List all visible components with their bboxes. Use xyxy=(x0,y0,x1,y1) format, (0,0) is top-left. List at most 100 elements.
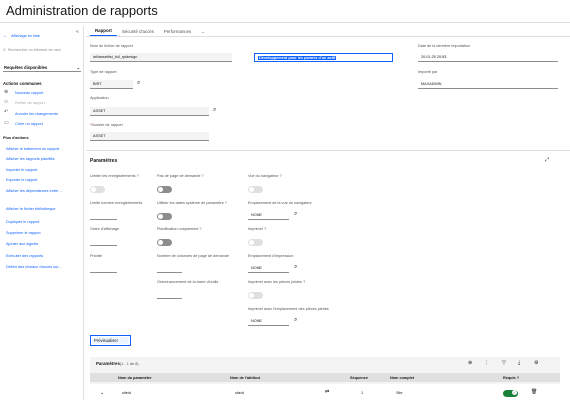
request-page-columns-field[interactable] xyxy=(157,264,182,273)
column-header[interactable]: Nom du paramètre xyxy=(118,376,152,380)
more-action-item[interactable]: Exécuter des rapports xyxy=(6,254,43,258)
browser-location-field[interactable]: NONE xyxy=(248,211,289,220)
action-undo-changes[interactable]: Annuler les changements xyxy=(15,112,58,116)
use-system-dates-label: Utiliser les dates système de paramètre … xyxy=(157,201,227,205)
download-icon[interactable]: ⤓ xyxy=(518,360,520,366)
attribute-lookup-icon[interactable]: ⇄ xyxy=(325,389,329,395)
report-type-label: Type de rapport xyxy=(90,70,117,74)
limit-records-toggle[interactable] xyxy=(90,186,105,193)
cell-param-name: siteid xyxy=(122,391,131,395)
more-action-item[interactable]: Ajouter aux signets xyxy=(6,242,38,246)
collapse-sidebar-icon[interactable]: « xyxy=(76,29,79,35)
limit-count-field[interactable] xyxy=(90,211,117,220)
search-icon[interactable]: ⌕ xyxy=(294,317,297,324)
action-remove-report: Retirer du rapport xyxy=(15,101,45,105)
column-header[interactable]: Requis ? xyxy=(503,376,519,380)
search-icon: ⌕ xyxy=(3,47,6,53)
more-action-item[interactable]: Afficher le fichier bibliothèque xyxy=(6,207,56,211)
more-action-item[interactable]: Importer le rapport xyxy=(6,168,37,172)
file-name-field[interactable]: drillassetlist_full_rptdesign xyxy=(90,53,232,62)
toolbar-order-field[interactable] xyxy=(157,290,182,299)
scheduled-only-toggle[interactable] xyxy=(157,239,172,246)
more-action-item[interactable]: Afficher les dépendances entre ... xyxy=(6,189,63,193)
report-type-field[interactable]: BIRT xyxy=(90,80,133,89)
table-title: Paramètres xyxy=(96,361,120,366)
search-icon[interactable]: ⌕ xyxy=(294,264,297,271)
expand-icon[interactable]: ⤢ xyxy=(545,157,549,163)
delete-icon[interactable]: 🗑 xyxy=(531,389,537,395)
back-to-list-link[interactable]: Affichage en liste xyxy=(11,34,40,38)
settings-icon[interactable]: ⚙ xyxy=(534,360,538,366)
action-create-report[interactable]: Créer un rapport xyxy=(15,122,43,126)
more-actions-title: Plus d'actions xyxy=(3,136,29,140)
add-icon[interactable]: ⊕ xyxy=(468,360,472,366)
no-request-page-label: Pas de page de demande ? xyxy=(157,174,204,178)
arrow-left-icon[interactable]: ← xyxy=(3,33,8,39)
description-field[interactable]: Développement pour les pannes d'un actif xyxy=(254,53,393,62)
column-header[interactable]: Nom de l'attribut xyxy=(230,376,260,380)
display-order-field[interactable] xyxy=(90,237,117,246)
print-attachment-location-label: Imprimer avec l'emplacement des pièces j… xyxy=(248,307,329,311)
priority-field[interactable] xyxy=(90,264,117,273)
print-label: Imprimer ? xyxy=(248,227,267,231)
search-icon[interactable]: ⌕ xyxy=(213,107,216,114)
tab-report[interactable]: Rapport xyxy=(90,27,117,36)
tab-bar: Rapport Sécurité d'accès Performances ⌄ xyxy=(90,26,210,36)
cell-sequence: 1 xyxy=(361,391,364,395)
print-location-label: Emplacement d'impression xyxy=(248,254,294,258)
more-options-icon[interactable]: ⋮ xyxy=(484,360,489,366)
file-name-label: Nom du fichier de rapport xyxy=(90,44,133,48)
tab-access-security[interactable]: Sécurité d'accès xyxy=(117,28,159,36)
report-folder-field[interactable]: ASSET xyxy=(90,132,209,141)
search-icon[interactable]: ⌕ xyxy=(294,211,297,218)
tab-performance[interactable]: Performances xyxy=(159,28,196,36)
application-field[interactable]: ASSET xyxy=(90,107,209,116)
more-action-item[interactable]: Afficher les rapports planifiés xyxy=(6,157,55,161)
parameters-section-title: Paramètres xyxy=(90,158,118,164)
page-title: Administration de rapports xyxy=(6,3,158,18)
no-request-page-toggle[interactable] xyxy=(157,186,172,193)
chevron-down-icon: ⌄ xyxy=(76,64,80,70)
print-with-attachments-toggle[interactable] xyxy=(248,292,263,299)
add-circle-icon: ⊕ xyxy=(4,89,9,95)
print-with-attachments-label: Imprimer avec les pièces jointes ? xyxy=(248,280,306,284)
print-toggle[interactable] xyxy=(248,239,263,246)
more-action-item[interactable]: Dupliquer le rapport xyxy=(6,220,39,224)
print-location-field[interactable]: NONE xyxy=(248,264,289,273)
search-placeholder: Rechercher un élément de navi xyxy=(7,48,61,52)
more-action-item[interactable]: Afficher le traitement du rapport xyxy=(6,147,59,151)
common-actions-title: Actions communes xyxy=(3,81,42,86)
tabs-divider xyxy=(86,36,570,37)
request-page-columns-label: Nombre de colonnes de page de demande xyxy=(157,254,229,258)
table-header-row xyxy=(90,373,560,382)
more-action-item[interactable]: Définir des niveaux d'accès sur... xyxy=(6,265,61,269)
more-action-item[interactable]: Supprimer le rapport xyxy=(6,231,41,235)
document-icon: ▭ xyxy=(4,120,9,126)
browser-view-label: Vue du navigateur ? xyxy=(248,174,282,178)
use-system-dates-toggle[interactable] xyxy=(157,213,172,220)
report-folder-label-text: Dossier de rapport xyxy=(91,123,123,127)
cell-attribute: siteid xyxy=(235,391,244,395)
tabs-more-chevron-icon[interactable]: ⌄ xyxy=(196,28,209,36)
chevron-down-icon[interactable]: ⌄ xyxy=(100,390,104,396)
limit-count-label: Limite nombre enregistrements xyxy=(90,201,143,205)
imported-by-field: MAXADMIN xyxy=(418,80,558,89)
browser-view-toggle[interactable] xyxy=(248,186,263,193)
column-header[interactable]: Séquence xyxy=(350,376,368,380)
search-icon[interactable]: ⌕ xyxy=(137,80,140,87)
limit-records-label: Limiter les enregistrements ? xyxy=(90,174,139,178)
browser-location-label: Emplacement de la vue du navigateur xyxy=(248,201,312,205)
description-text: Développement pour les pannes d'un actif xyxy=(258,55,337,60)
print-attachment-location-field[interactable]: NONE xyxy=(248,317,289,326)
select-label: Requêtes disponibles xyxy=(4,64,48,70)
more-action-item[interactable]: Exporter le rapport xyxy=(6,178,37,182)
required-toggle[interactable] xyxy=(503,390,518,397)
priority-label: Priorité xyxy=(90,254,103,258)
available-queries-select[interactable]: Requêtes disponibles ⌄ xyxy=(3,63,81,72)
preview-button[interactable]: Prévisualiser xyxy=(90,335,131,346)
column-header[interactable]: Nom complet xyxy=(390,376,414,380)
sidebar-search[interactable]: ⌕ Rechercher un élément de navi xyxy=(3,46,81,54)
action-new-report[interactable]: Nouveau rapport xyxy=(15,91,43,95)
filter-icon[interactable]: ▽ xyxy=(502,360,506,366)
imported-by-label: Importé par xyxy=(418,70,438,74)
